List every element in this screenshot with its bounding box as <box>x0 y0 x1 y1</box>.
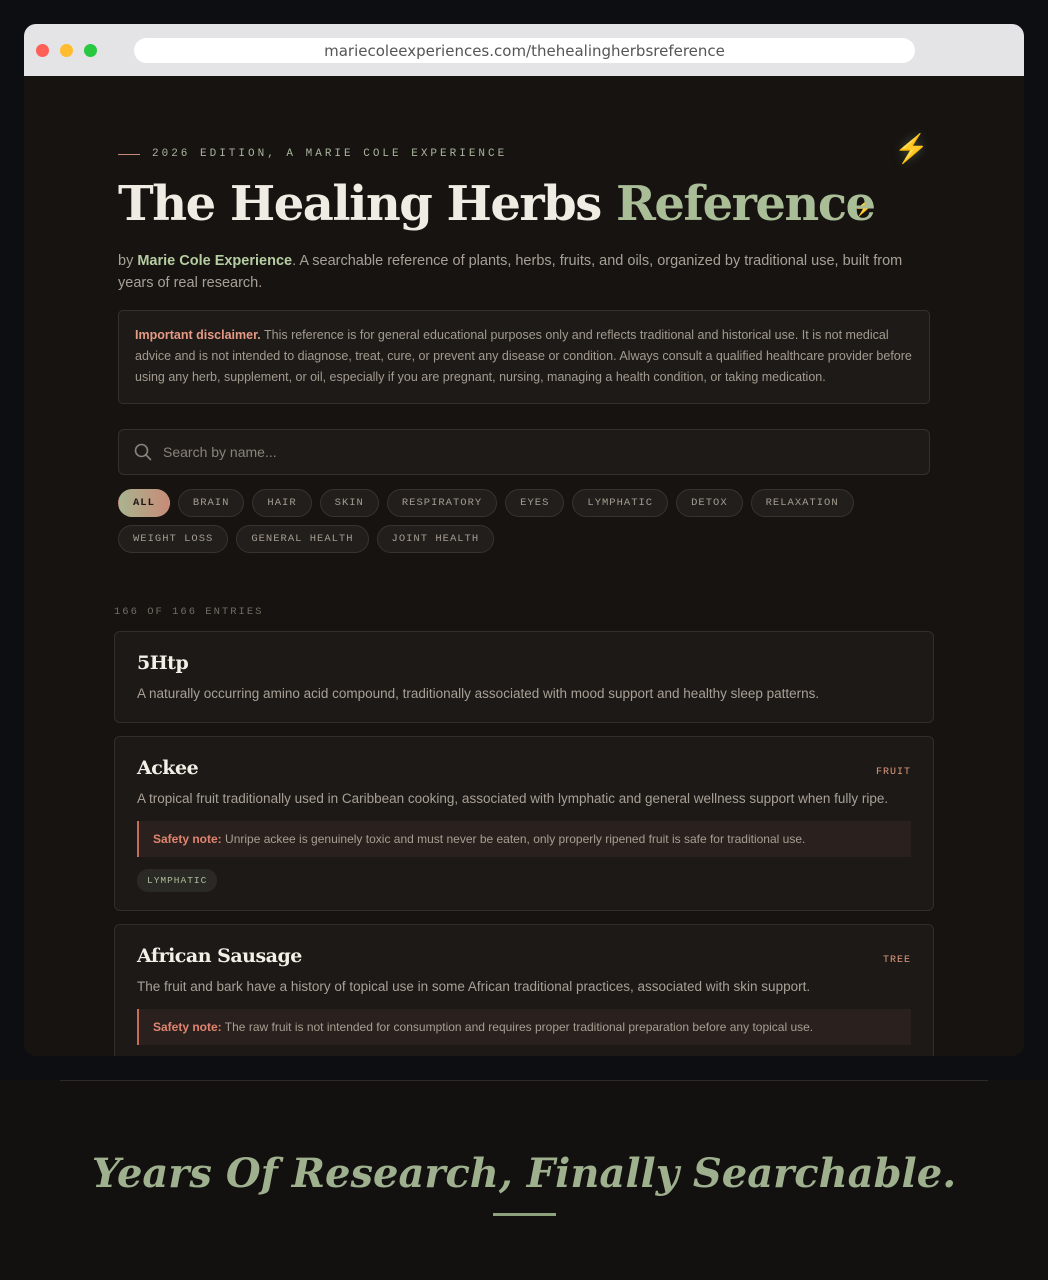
entry-description: The fruit and bark have a history of top… <box>137 979 811 994</box>
title-main: The Healing Herbs <box>118 176 616 232</box>
filter-chip-skin[interactable]: SKIN <box>319 489 379 517</box>
search-input[interactable] <box>163 444 929 460</box>
maximize-window-button[interactable] <box>84 44 97 57</box>
safety-note: Safety note: Unripe ackee is genuinely t… <box>137 821 911 857</box>
browser-window: mariecoleexperiences.com/thehealingherbs… <box>24 24 1024 1056</box>
filter-chip-lymphatic[interactable]: LYMPHATIC <box>572 489 669 517</box>
footer-tagline: Years Of Research, Finally Searchable. <box>91 1150 957 1197</box>
search-icon <box>134 443 152 461</box>
search-box[interactable] <box>118 429 930 475</box>
safety-note: Safety note: The raw fruit is not intend… <box>137 1009 911 1045</box>
filter-chip-all[interactable]: ALL <box>118 489 170 517</box>
filter-chip-hair[interactable]: HAIR <box>252 489 312 517</box>
entry-name: 5Htp <box>137 652 189 674</box>
filter-chips: ALL BRAIN HAIR SKIN RESPIRATORY EYES LYMPHATIC… <box>118 489 938 553</box>
page-content: 2026 EDITION, A MARIE COLE EXPERIENCE ⚡ … <box>24 76 1024 1056</box>
filter-chip-brain[interactable]: BRAIN <box>177 489 245 517</box>
filter-chip-detox[interactable]: DETOX <box>676 489 743 517</box>
filter-chip-eyes[interactable]: EYES <box>505 489 565 517</box>
filter-chip-joint-health[interactable]: JOINT HEALTH <box>376 525 495 553</box>
entry-card[interactable]: Ackee FRUIT A tropical fruit traditionally… <box>114 736 934 911</box>
close-window-button[interactable] <box>36 44 49 57</box>
title-accent: Reference <box>615 176 876 232</box>
filter-chip-relaxation[interactable]: RELAXATION <box>750 489 854 517</box>
filter-chip-weight-loss[interactable]: WEIGHT LOSS <box>118 525 229 553</box>
entry-list: 5Htp A naturally occurring amino acid com… <box>114 631 934 1056</box>
entry-description: A naturally occurring amino acid compoun… <box>137 686 820 701</box>
footer-section: Years Of Research, Finally Searchable. <box>0 1080 1048 1280</box>
page-title: The Healing Herbs Reference <box>118 176 876 232</box>
byline-prefix: by <box>118 253 138 269</box>
safety-text: The raw fruit is not intended for consum… <box>221 1020 814 1034</box>
entry-card[interactable]: 5Htp A naturally occurring amino acid com… <box>114 631 934 723</box>
author-name: Marie Cole Experience <box>137 253 293 269</box>
entry-type: TREE <box>882 955 911 966</box>
entry-name: African Sausage <box>137 945 302 967</box>
browser-chrome: mariecoleexperiences.com/thehealingherbs… <box>24 24 1024 76</box>
entry-name: Ackee <box>137 757 199 779</box>
byline: by Marie Cole Experience. A searchable r… <box>118 250 938 294</box>
footer-divider <box>60 1080 988 1081</box>
lightning-bolt-icon: ⚡ <box>894 133 929 164</box>
safety-label: Safety note: <box>153 832 222 846</box>
eyebrow-text: 2026 EDITION, A MARIE COLE EXPERIENCE <box>152 148 508 160</box>
minimize-window-button[interactable] <box>60 44 73 57</box>
entry-tag[interactable]: LYMPHATIC <box>137 869 218 892</box>
entry-count: 166 OF 166 ENTRIES <box>114 606 264 618</box>
entry-type: FRUIT <box>875 767 911 778</box>
filter-chip-general-health[interactable]: GENERAL HEALTH <box>236 525 369 553</box>
safety-text: Unripe ackee is genuinely toxic and must… <box>221 832 806 846</box>
address-bar[interactable]: mariecoleexperiences.com/thehealingherbs… <box>134 38 915 63</box>
filter-chip-respiratory[interactable]: RESPIRATORY <box>386 489 498 517</box>
safety-label: Safety note: <box>153 1020 222 1034</box>
eyebrow-line <box>118 153 140 155</box>
disclaimer-box: Important disclaimer. This reference is … <box>118 310 930 404</box>
edition-eyebrow: 2026 EDITION, A MARIE COLE EXPERIENCE <box>118 148 507 160</box>
entry-card[interactable]: African Sausage TREE The fruit and bark ha… <box>114 924 934 1056</box>
entry-description: A tropical fruit traditionally used in C… <box>137 791 889 806</box>
tagline-underline <box>493 1213 556 1216</box>
disclaimer-label: Important disclaimer. <box>135 328 261 342</box>
